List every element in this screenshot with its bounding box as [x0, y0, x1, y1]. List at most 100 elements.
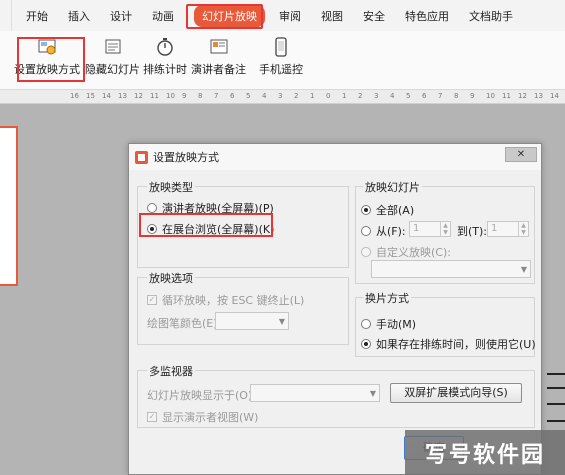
phone-remote-label: 手机遥控: [259, 63, 303, 76]
speaker-notes-icon: [210, 39, 227, 54]
to-spinner[interactable]: 1 ▲ ▼: [487, 221, 529, 237]
hide-slide-icon: [105, 39, 120, 54]
ruler-tick-label: 12: [134, 92, 143, 100]
ruler-tick-label: 13: [534, 92, 543, 100]
manual-label: 手动(M): [376, 318, 417, 331]
ruler-tick-label: 15: [86, 92, 95, 100]
menu-item-security[interactable]: 安全: [363, 8, 385, 24]
from-spinner[interactable]: 1 ▲ ▼: [409, 221, 451, 237]
range-option[interactable]: 从(F):: [361, 223, 406, 239]
speaker-notes-label: 演讲者备注: [191, 63, 246, 76]
dialog-titlebar: 设置放映方式: [129, 144, 541, 170]
all-slides-label: 全部(A): [376, 204, 415, 217]
loop-option[interactable]: ✓ 循环放映，按 ESC 键终止(L): [147, 292, 304, 308]
menu-bar-handle: [0, 0, 12, 31]
horizontal-ruler: 16 15 14 13 12 11 10 9 8 7 6 5 4 3 2 1 0 1 2 3 4 5 6 7 8 9 10 11 12 1…: [0, 90, 565, 104]
show-slides-label: 放映幻灯片: [363, 179, 422, 195]
ruler-tick-label: 3: [374, 92, 379, 100]
ruler-tick-label: 11: [150, 92, 159, 100]
from-value: 1: [413, 223, 420, 234]
loop-label: 循环放映，按 ESC 键终止(L): [162, 294, 305, 307]
ruler-tick-label: 3: [278, 92, 283, 100]
ruler-tick-label: 1: [310, 92, 315, 100]
loop-checkbox[interactable]: ✓: [147, 295, 157, 305]
ruler-tick-label: 5: [406, 92, 411, 100]
to-label: 到(T):: [457, 225, 488, 238]
advance-slides-label: 换片方式: [363, 290, 411, 306]
radio-from[interactable]: [361, 226, 371, 236]
all-slides-option[interactable]: 全部(A): [361, 202, 414, 218]
show-options-group: [137, 277, 349, 345]
ruler-tick-label: 4: [390, 92, 395, 100]
close-button[interactable]: ✕: [505, 147, 537, 162]
radio-manual[interactable]: [361, 319, 371, 329]
menu-item-insert[interactable]: 插入: [68, 8, 90, 24]
menu-item-animation[interactable]: 动画: [152, 8, 174, 24]
pen-color-select[interactable]: ▼: [215, 312, 289, 330]
phone-remote-icon: [275, 37, 287, 57]
slideshow-settings-dialog: 设置放映方式 ✕ 放映类型 演讲者放映(全屏幕)(P) 在展台浏览(全屏幕)(K…: [128, 143, 542, 475]
ruler-tick-label: 8: [454, 92, 459, 100]
ruler-tick-label: 14: [550, 92, 559, 100]
ruler-tick-label: 8: [198, 92, 203, 100]
menu-item-features[interactable]: 特色应用: [405, 8, 449, 24]
tab-highlight-box: [186, 4, 263, 29]
presenter-view-option[interactable]: ✓ 显示演示者视图(W): [147, 409, 258, 425]
ruler-tick-label: 7: [438, 92, 443, 100]
radio-custom[interactable]: [361, 247, 371, 257]
ruler-tick-label: 5: [246, 92, 251, 100]
phone-remote-button[interactable]: 手机遥控: [259, 37, 303, 77]
custom-show-select[interactable]: ▼: [371, 260, 531, 278]
pen-color-label: 绘图笔颜色(E):: [147, 317, 222, 330]
stopwatch-icon: [157, 38, 173, 56]
ruler-tick-label: 0: [326, 92, 331, 100]
presenter-view-checkbox[interactable]: ✓: [147, 412, 157, 422]
show-options-label: 放映选项: [147, 270, 195, 286]
ruler-tick-label: 7: [214, 92, 219, 100]
chevron-down-icon: ▼: [369, 389, 376, 398]
ruler-tick-label: 12: [518, 92, 527, 100]
to-spinner-arrows[interactable]: ▲ ▼: [518, 222, 528, 236]
ruler-tick-label: 11: [502, 92, 511, 100]
slide-thumbnail[interactable]: [0, 126, 18, 286]
ruler-tick-label: 16: [70, 92, 79, 100]
rehearse-timings-button[interactable]: 排练计时: [143, 37, 187, 77]
menu-item-view[interactable]: 视图: [321, 8, 343, 24]
custom-show-label: 自定义放映(C):: [376, 246, 451, 259]
ruler-tick-label: 10: [166, 92, 175, 100]
ruler-tick-label: 10: [486, 92, 495, 100]
rehearse-timings-label: 排练计时: [143, 63, 187, 76]
to-value: 1: [491, 223, 498, 234]
monitor-select[interactable]: ▼: [250, 384, 380, 402]
from-label: 从(F):: [376, 225, 406, 238]
multi-monitor-label: 多监视器: [147, 363, 195, 379]
radio-timings[interactable]: [361, 339, 371, 349]
menu-bar: 开始 插入 设计 动画 幻灯片放映 审阅 视图 安全 特色应用 文档助手: [0, 0, 565, 31]
show-type-label: 放映类型: [147, 179, 195, 195]
ruler-tick-label: 9: [182, 92, 187, 100]
use-timings-option[interactable]: 如果存在排练时间，则使用它(U): [361, 336, 536, 352]
presenter-view-label: 显示演示者视图(W): [162, 411, 259, 424]
radio-presenter[interactable]: [147, 203, 157, 213]
menu-item-review[interactable]: 审阅: [279, 8, 301, 24]
ruler-tick-label: 9: [470, 92, 475, 100]
ruler-tick-label: 14: [102, 92, 111, 100]
hide-slide-button[interactable]: 隐藏幻灯片: [85, 37, 140, 77]
custom-show-option[interactable]: 自定义放映(C):: [361, 244, 451, 260]
ruler-tick-label: 6: [230, 92, 235, 100]
use-timings-label: 如果存在排练时间，则使用它(U): [376, 338, 536, 351]
ruler-tick-label: 2: [294, 92, 299, 100]
from-spinner-arrows[interactable]: ▲ ▼: [440, 222, 450, 236]
manual-option[interactable]: 手动(M): [361, 316, 416, 332]
dual-screen-wizard-button[interactable]: 双屏扩展模式向导(S): [390, 383, 522, 403]
menu-item-home[interactable]: 开始: [26, 8, 48, 24]
speaker-notes-button[interactable]: 演讲者备注: [191, 37, 246, 77]
chevron-down-icon: ▼: [520, 265, 527, 274]
ribbon-highlight-box: [17, 37, 85, 82]
hide-slide-label: 隐藏幻灯片: [85, 63, 140, 76]
menu-item-doc-assistant[interactable]: 文档助手: [469, 8, 513, 24]
radio-all[interactable]: [361, 205, 371, 215]
menu-item-design[interactable]: 设计: [110, 8, 132, 24]
ruler-tick-label: 4: [262, 92, 267, 100]
dialog-title: 设置放映方式: [153, 151, 219, 164]
